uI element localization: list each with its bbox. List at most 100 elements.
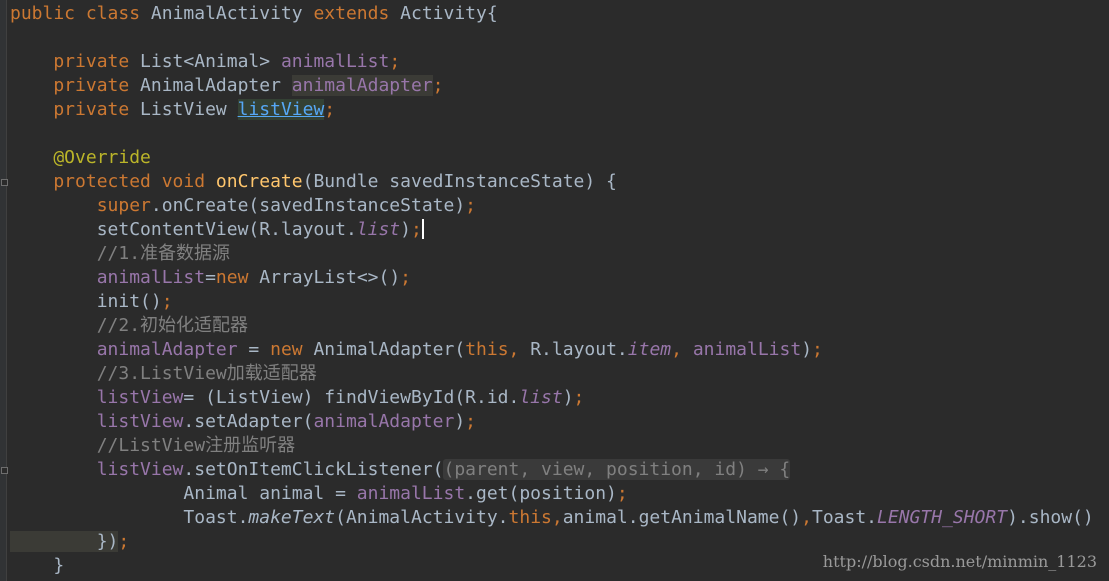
code-token: List<Animal>: [140, 51, 281, 72]
editor-gutter: [0, 0, 8, 581]
code-token: //2.初始化适配器: [10, 315, 249, 336]
code-line[interactable]: animalList=new ArrayList<>();: [10, 266, 1094, 290]
code-token: ): [801, 339, 813, 360]
code-token: ;: [465, 411, 477, 432]
code-token: (AnimalActivity.: [335, 507, 509, 528]
code-token: public class: [10, 3, 151, 24]
code-token: @Override: [10, 147, 151, 168]
code-token: (Bundle savedInstanceState) {: [302, 171, 617, 192]
code-token: ;: [465, 195, 477, 216]
text-caret: [421, 219, 424, 239]
code-token: animalList: [356, 483, 466, 504]
code-token: =: [248, 339, 271, 360]
code-line[interactable]: //2.初始化适配器: [10, 314, 1094, 338]
code-token: animalAdapter: [291, 75, 433, 96]
code-token: Toast.: [10, 507, 249, 528]
code-token: ;: [432, 75, 444, 96]
code-line[interactable]: Animal animal = animalList.get(position)…: [10, 482, 1094, 506]
code-line[interactable]: private ListView listView;: [10, 98, 1094, 122]
code-line[interactable]: //ListView注册监听器: [10, 434, 1094, 458]
code-token: ): [562, 387, 574, 408]
code-token: listView: [10, 387, 184, 408]
code-token: (parent, view, position, id) → {: [443, 459, 791, 480]
code-token: this: [508, 507, 552, 528]
code-token: //ListView注册监听器: [10, 435, 296, 456]
code-token: ).show(): [1007, 507, 1094, 528]
code-token: .setOnItemClickListener(: [183, 459, 444, 480]
code-line[interactable]: listView.setAdapter(animalAdapter);: [10, 410, 1094, 434]
code-token: makeText: [248, 507, 336, 528]
fold-icon[interactable]: [1, 179, 8, 186]
code-area[interactable]: public class AnimalActivity extends Acti…: [10, 2, 1094, 578]
code-token: this,: [465, 339, 531, 360]
code-line[interactable]: protected void onCreate(Bundle savedInst…: [10, 170, 1094, 194]
code-line[interactable]: });: [10, 530, 1094, 554]
code-token: ;: [324, 99, 336, 120]
code-token: ): [400, 219, 411, 240]
code-token: = (ListView) findViewById(R.id.: [183, 387, 520, 408]
code-line[interactable]: [10, 26, 1094, 50]
code-token: ;: [389, 51, 401, 72]
code-token: Activity{: [400, 3, 498, 24]
code-token: AnimalAdapter(: [313, 339, 466, 360]
code-token: super: [10, 195, 151, 216]
code-token: ;: [573, 387, 585, 408]
watermark: http://blog.csdn.net/minmin_1123: [822, 552, 1097, 571]
code-token: R.layout.: [530, 339, 628, 360]
code-editor[interactable]: public class AnimalActivity extends Acti…: [0, 0, 1109, 581]
code-token: AnimalAdapter: [140, 75, 292, 96]
code-token: extends: [313, 3, 401, 24]
code-line[interactable]: listView.setOnItemClickListener((parent,…: [10, 458, 1094, 482]
code-line[interactable]: animalAdapter = new AnimalAdapter(this, …: [10, 338, 1094, 362]
code-token: init(): [10, 291, 162, 312]
code-line[interactable]: private AnimalAdapter animalAdapter;: [10, 74, 1094, 98]
code-token: AnimalActivity: [150, 3, 314, 24]
code-token: ,: [551, 507, 563, 528]
code-token: setContentView(R.layout.: [10, 219, 357, 240]
code-line[interactable]: super.onCreate(savedInstanceState);: [10, 194, 1094, 218]
code-token: animalAdapter: [313, 411, 455, 432]
fold-icon[interactable]: [1, 467, 8, 474]
code-line[interactable]: //3.ListView加载适配器: [10, 362, 1094, 386]
code-token: LENGTH_SHORT: [877, 507, 1008, 528]
code-token: list: [519, 387, 563, 408]
code-token: }: [10, 555, 65, 576]
code-token: private: [10, 75, 141, 96]
code-token: Animal animal =: [10, 483, 357, 504]
code-token: ;: [400, 267, 412, 288]
code-token: //1.准备数据源: [10, 243, 231, 264]
code-line[interactable]: [10, 122, 1094, 146]
code-token: ,: [801, 507, 812, 528]
code-line[interactable]: listView= (ListView) findViewById(R.id.l…: [10, 386, 1094, 410]
code-token: animalList: [692, 339, 802, 360]
code-token: new: [215, 267, 260, 288]
code-token: new: [270, 339, 314, 360]
code-token: }): [10, 531, 119, 552]
code-token: item: [627, 339, 672, 360]
code-token: listView: [10, 411, 184, 432]
code-line[interactable]: init();: [10, 290, 1094, 314]
code-line[interactable]: setContentView(R.layout.list);: [10, 218, 1094, 242]
code-token: list: [356, 219, 401, 240]
code-token: ;: [118, 531, 130, 552]
code-token: ;: [410, 219, 422, 240]
code-token: private: [10, 51, 141, 72]
code-line[interactable]: private List<Animal> animalList;: [10, 50, 1094, 74]
code-token: onCreate: [215, 171, 303, 192]
code-token: .onCreate(savedInstanceState): [150, 195, 466, 216]
code-token: private: [10, 99, 141, 120]
code-line[interactable]: //1.准备数据源: [10, 242, 1094, 266]
code-token: Toast.: [811, 507, 878, 528]
code-line[interactable]: @Override: [10, 146, 1094, 170]
code-line[interactable]: public class AnimalActivity extends Acti…: [10, 2, 1094, 26]
code-token: .get(position): [465, 483, 617, 504]
code-token: ): [454, 411, 466, 432]
code-token: ;: [161, 291, 173, 312]
code-token: animal.getAnimalName(): [562, 507, 802, 528]
code-token: ;: [812, 339, 823, 360]
code-token: //3.ListView加载适配器: [10, 363, 317, 384]
code-token: ,: [671, 339, 693, 360]
code-token: animalList: [280, 51, 390, 72]
code-line[interactable]: Toast.makeText(AnimalActivity.this,anima…: [10, 506, 1094, 530]
code-token: =: [205, 267, 216, 288]
